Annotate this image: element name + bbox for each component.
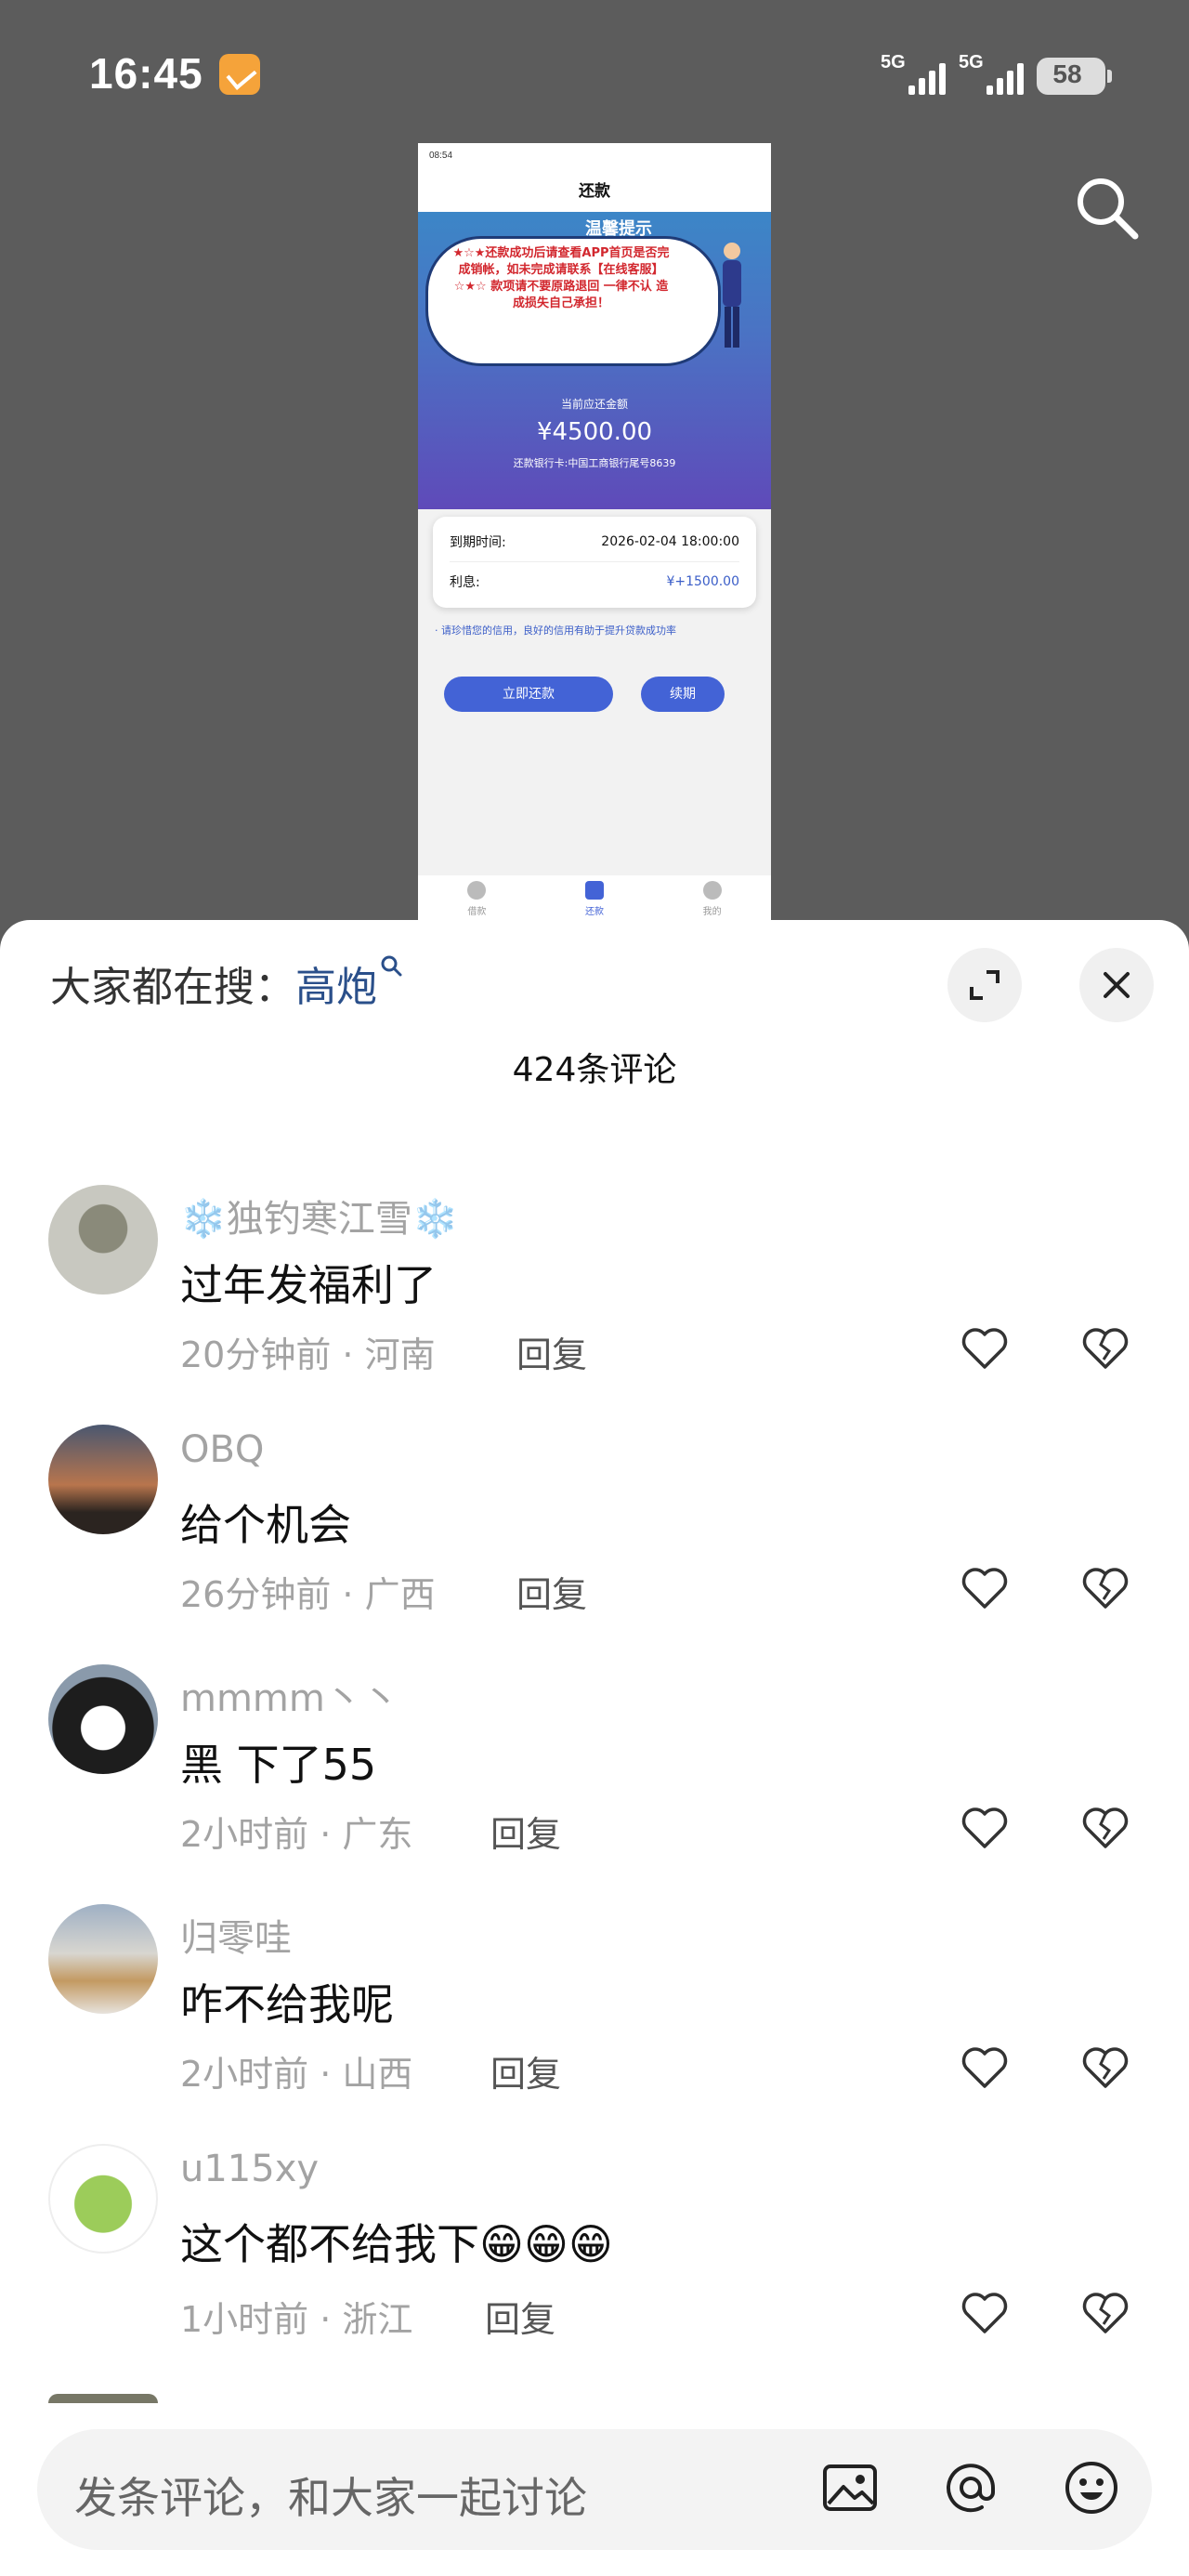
close-button[interactable]: [1079, 948, 1154, 1022]
due-value: 2026-02-04 18:00:00: [601, 534, 739, 549]
notice-text: ★☆★还款成功后请查看APP首页是否完成销帐，如未完成请联系【在线客服】☆★☆ …: [452, 246, 670, 310]
avatar[interactable]: [48, 1185, 158, 1295]
comment-count: 424条评论: [512, 1051, 677, 1089]
renew-button: 续期: [641, 677, 725, 712]
avatar: [48, 2394, 158, 2403]
status-time: 16:45: [89, 49, 203, 98]
search-icon[interactable]: [1072, 173, 1141, 242]
comment-input-bar[interactable]: 发条评论，和大家一起讨论: [37, 2429, 1152, 2550]
comment-meta: 26分钟前 · 广西: [180, 1574, 436, 1615]
search-icon: [381, 955, 402, 977]
dislike-icon[interactable]: [1079, 1802, 1131, 1854]
embedded-status-bar: 08:54: [418, 143, 771, 173]
loan-info-card: 到期时间: 2026-02-04 18:00:00 利息: ¥+1500.00: [433, 517, 756, 608]
comment-meta: 20分钟前 · 河南: [180, 1334, 436, 1375]
close-icon: [1104, 972, 1130, 998]
status-indicators: 5G 5G 58: [881, 52, 1112, 99]
battery-icon: 58: [1037, 58, 1112, 95]
reply-button[interactable]: 回复: [490, 2045, 561, 2096]
comment-username[interactable]: OBQ: [180, 1428, 264, 1471]
signal-icon: 5G: [959, 52, 1024, 99]
comment-username[interactable]: ❄️独钓寒江雪❄️: [180, 1189, 459, 1242]
comment-input[interactable]: 发条评论，和大家一起讨论: [74, 2464, 587, 2526]
embedded-banner: 温馨提示 ★☆★还款成功后请查看APP首页是否完成销帐，如未完成请联系【在线客服…: [418, 212, 771, 509]
comment-text: 咋不给我呢: [180, 1979, 394, 2030]
comment-username[interactable]: mmmm丶丶: [180, 1668, 399, 1722]
avatar[interactable]: [48, 2144, 158, 2254]
credit-tip: · 请珍惜您的信用，良好的信用有助于提升贷款成功率: [435, 624, 676, 637]
bank-card-label: 还款银行卡:中国工商银行尾号8639: [513, 457, 676, 469]
trending-keyword[interactable]: 高炮: [295, 964, 377, 1011]
comment-item: u115xy 这个都不给我下😁😁😁 1小时前 · 浙江 回复: [0, 2144, 1189, 2384]
borrow-icon: [467, 881, 487, 900]
comment-text: 黑 下了55: [180, 1740, 377, 1790]
reply-button[interactable]: 回复: [516, 1566, 587, 1617]
like-icon[interactable]: [959, 1802, 1011, 1854]
embedded-tab: 还款: [567, 881, 622, 924]
avatar[interactable]: [48, 1904, 158, 2014]
like-icon[interactable]: [959, 2287, 1011, 2339]
like-icon[interactable]: [959, 1562, 1011, 1614]
profile-icon: [702, 881, 722, 900]
signal-icon: 5G: [881, 52, 946, 99]
post-image[interactable]: 08:54 还款 温馨提示 ★☆★还款成功后请查看APP首页是否完成销帐，如未完…: [418, 143, 771, 924]
comment-text: 过年发福利了: [180, 1260, 437, 1310]
amount-label: 当前应还金额: [560, 398, 628, 411]
reply-button[interactable]: 回复: [490, 1806, 561, 1857]
trending-prefix: 大家都在搜：: [50, 964, 295, 1011]
due-row: 到期时间: 2026-02-04 18:00:00: [450, 522, 739, 561]
comment-meta: 1小时前 · 浙江: [180, 2299, 413, 2340]
mention-icon[interactable]: [938, 2455, 1003, 2520]
embedded-tab: 借款: [449, 881, 504, 924]
avatar[interactable]: [48, 1425, 158, 1534]
comment-text: 给个机会: [180, 1500, 351, 1550]
embedded-tab-bar: 借款 还款 我的: [418, 875, 771, 924]
interest-value: ¥+1500.00: [666, 573, 739, 589]
comment-text: 这个都不给我下😁😁😁: [180, 2219, 613, 2269]
comments-sheet: 大家都在搜：高炮 424条评论 ❄️独钓寒江雪❄️ 过年发福利了 20分钟前 ·…: [0, 920, 1189, 2576]
expand-icon: [970, 970, 1000, 1000]
comment-item: ❄️独钓寒江雪❄️ 过年发福利了 20分钟前 · 河南 回复: [0, 1185, 1189, 1425]
signal-label: 5G: [881, 52, 906, 72]
like-icon[interactable]: [959, 1322, 1011, 1374]
image-icon[interactable]: [817, 2455, 882, 2520]
notice-title: 温馨提示: [585, 219, 652, 239]
trending-search[interactable]: 大家都在搜：高炮: [50, 953, 403, 1013]
comment-meta: 2小时前 · 广东: [180, 1814, 413, 1855]
comment-username[interactable]: u115xy: [180, 2148, 319, 2190]
comment-username[interactable]: 归零哇: [180, 1908, 292, 1962]
embedded-status-time: 08:54: [429, 151, 453, 161]
app-notification-icon: [219, 54, 260, 95]
battery-level: 58: [1052, 59, 1082, 88]
dislike-icon[interactable]: [1079, 1322, 1131, 1374]
status-bar: 16:45 5G 5G 58: [0, 0, 1189, 149]
wallet-icon: [584, 881, 604, 900]
person-illustration-icon: [723, 243, 741, 348]
embedded-page-title: 还款: [418, 173, 771, 212]
comment-item: mmmm丶丶 黑 下了55 2小时前 · 广东 回复: [0, 1664, 1189, 1904]
dislike-icon[interactable]: [1079, 2287, 1131, 2339]
reply-button[interactable]: 回复: [516, 1326, 587, 1377]
interest-label: 利息:: [450, 574, 480, 590]
avatar[interactable]: [48, 1664, 158, 1774]
dislike-icon[interactable]: [1079, 1562, 1131, 1614]
repay-now-button: 立即还款: [444, 677, 613, 712]
comment-item: 归零哇 咋不给我呢 2小时前 · 山西 回复: [0, 1904, 1189, 2144]
signal-label: 5G: [959, 52, 984, 72]
reply-button[interactable]: 回复: [485, 2291, 555, 2342]
dislike-icon[interactable]: [1079, 2042, 1131, 2094]
amount-value: ¥4500.00: [536, 418, 653, 446]
like-icon[interactable]: [959, 2042, 1011, 2094]
interest-row: 利息: ¥+1500.00: [450, 561, 739, 600]
comment-item: OBQ 给个机会 26分钟前 · 广西 回复: [0, 1425, 1189, 1664]
comment-meta: 2小时前 · 山西: [180, 2054, 413, 2095]
embedded-tab: 我的: [685, 881, 740, 924]
due-label: 到期时间:: [450, 535, 506, 550]
expand-button[interactable]: [947, 948, 1022, 1022]
emoji-icon[interactable]: [1059, 2455, 1124, 2520]
